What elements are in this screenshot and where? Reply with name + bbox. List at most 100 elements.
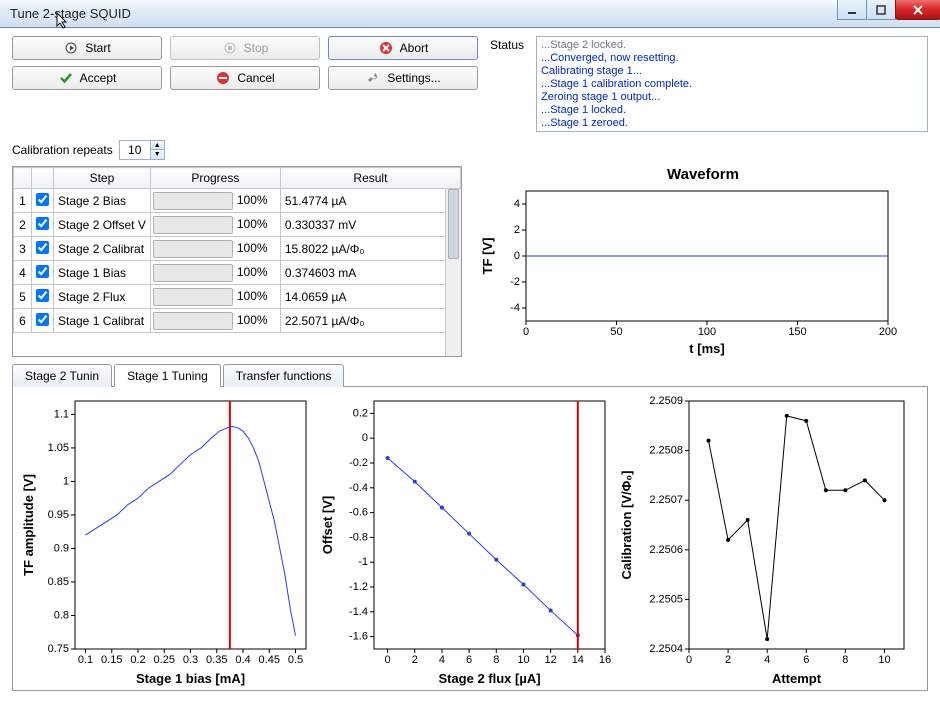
- svg-text:-0.2: -0.2: [349, 457, 368, 469]
- steps-table: Step Progress Result 1 Stage 2 Bias 100%…: [12, 166, 462, 357]
- svg-text:2.2505: 2.2505: [649, 593, 683, 605]
- spin-up[interactable]: ▲: [150, 141, 164, 150]
- stop-button[interactable]: Stop: [170, 36, 320, 60]
- svg-text:0.8: 0.8: [54, 609, 69, 621]
- svg-text:-0.6: -0.6: [349, 507, 368, 519]
- svg-text:10: 10: [517, 654, 529, 666]
- accept-button[interactable]: Accept: [12, 66, 162, 90]
- svg-text:0.75: 0.75: [48, 643, 69, 655]
- tab-bar: Stage 2 TuninStage 1 TuningTransfer func…: [12, 363, 928, 387]
- svg-text:4: 4: [764, 654, 770, 666]
- wrench-icon: [365, 70, 381, 86]
- cal-repeats-input[interactable]: ▲ ▼: [119, 140, 165, 160]
- tab-transfer-functions[interactable]: Transfer functions: [223, 364, 345, 387]
- svg-text:0: 0: [523, 326, 529, 338]
- stage1-bias-chart: 0.1 0.15 0.2 0.25 0.3 0.35 0.4 0.45 0.5 0.75 0.8 0.…: [19, 393, 314, 687]
- start-button[interactable]: Start: [12, 36, 162, 60]
- svg-text:-1.2: -1.2: [349, 581, 368, 593]
- svg-text:Stage 2 flux [µA]: Stage 2 flux [µA]: [438, 671, 540, 686]
- svg-text:0.1: 0.1: [78, 654, 93, 666]
- settings-label: Settings...: [387, 71, 440, 85]
- col-step[interactable]: Step: [54, 168, 151, 189]
- abort-button[interactable]: Abort: [328, 36, 478, 60]
- svg-text:2: 2: [725, 654, 731, 666]
- window-titlebar: Tune 2-stage SQUID: [0, 0, 940, 28]
- waveform-title: Waveform: [478, 166, 928, 183]
- svg-text:150: 150: [788, 326, 806, 338]
- svg-text:0: 0: [686, 654, 692, 666]
- svg-text:0.3: 0.3: [183, 654, 198, 666]
- cancel-icon: [215, 70, 231, 86]
- svg-text:Calibration [V/Φ₀]: Calibration [V/Φ₀]: [619, 471, 634, 580]
- svg-text:1.05: 1.05: [48, 442, 69, 454]
- svg-text:0.15: 0.15: [101, 654, 122, 666]
- svg-text:8: 8: [842, 654, 848, 666]
- row-checkbox[interactable]: [36, 241, 49, 254]
- status-log[interactable]: ...Stage 2 locked....Converged, now rese…: [536, 36, 928, 132]
- svg-text:0: 0: [385, 654, 391, 666]
- tab-stage-2-tunin[interactable]: Stage 2 Tunin: [12, 364, 112, 387]
- svg-text:2.2508: 2.2508: [649, 445, 683, 457]
- svg-text:0.4: 0.4: [235, 654, 250, 666]
- table-row[interactable]: 4 Stage 1 Bias 100% 0.374603 mA: [14, 261, 461, 285]
- table-row[interactable]: 3 Stage 2 Calibrat 100% 15.8022 µA/Φ₀: [14, 237, 461, 261]
- svg-text:0: 0: [514, 250, 520, 262]
- cancel-button[interactable]: Cancel: [170, 66, 320, 90]
- table-row[interactable]: 2 Stage 2 Offset V 100% 0.330337 mV: [14, 213, 461, 237]
- svg-text:1: 1: [63, 475, 69, 487]
- svg-text:TF [V]: TF [V]: [480, 238, 495, 275]
- accept-label: Accept: [80, 71, 117, 85]
- row-checkbox[interactable]: [36, 217, 49, 230]
- close-button[interactable]: [895, 0, 940, 20]
- svg-text:0.2: 0.2: [130, 654, 145, 666]
- tab-stage-1-tuning[interactable]: Stage 1 Tuning: [114, 364, 221, 387]
- col-result[interactable]: Result: [280, 168, 460, 189]
- row-checkbox[interactable]: [36, 193, 49, 206]
- svg-text:-1.4: -1.4: [349, 606, 368, 618]
- table-row[interactable]: 1 Stage 2 Bias 100% 51.4774 µA: [14, 189, 461, 213]
- svg-text:-2: -2: [510, 276, 520, 288]
- stop-icon: [222, 40, 238, 56]
- svg-text:t [ms]: t [ms]: [689, 341, 724, 356]
- svg-text:-0.8: -0.8: [349, 531, 368, 543]
- svg-text:0.35: 0.35: [206, 654, 227, 666]
- svg-text:4: 4: [514, 198, 520, 210]
- check-icon: [58, 70, 74, 86]
- svg-text:-1: -1: [358, 556, 368, 568]
- svg-text:200: 200: [879, 326, 897, 338]
- table-scrollbar[interactable]: [445, 189, 461, 356]
- maximize-button[interactable]: [866, 0, 896, 20]
- table-row[interactable]: 6 Stage 1 Calibrat 100% 22.5071 µA/Φ₀: [14, 309, 461, 333]
- svg-text:6: 6: [803, 654, 809, 666]
- svg-text:10: 10: [878, 654, 890, 666]
- status-label: Status: [486, 36, 528, 52]
- svg-text:TF amplitude [V]: TF amplitude [V]: [21, 474, 36, 576]
- svg-text:Stage 1 bias [mA]: Stage 1 bias [mA]: [136, 671, 245, 686]
- svg-text:1.1: 1.1: [54, 408, 69, 420]
- svg-text:100: 100: [698, 326, 716, 338]
- svg-text:12: 12: [545, 654, 557, 666]
- row-checkbox[interactable]: [36, 313, 49, 326]
- minimize-button[interactable]: [837, 0, 867, 20]
- cal-repeats-label: Calibration repeats: [12, 143, 113, 157]
- row-checkbox[interactable]: [36, 289, 49, 302]
- waveform-chart: 050100150200-4-2024t [ms]TF [V]: [478, 185, 898, 357]
- col-progress[interactable]: Progress: [150, 168, 280, 189]
- spin-down[interactable]: ▼: [150, 150, 164, 159]
- table-row[interactable]: 5 Stage 2 Flux 100% 14.0659 µA: [14, 285, 461, 309]
- svg-text:0.5: 0.5: [288, 654, 303, 666]
- svg-text:0.25: 0.25: [154, 654, 175, 666]
- cancel-label: Cancel: [237, 71, 274, 85]
- play-icon: [63, 40, 79, 56]
- window-title: Tune 2-stage SQUID: [10, 6, 131, 21]
- svg-text:2.2507: 2.2507: [649, 494, 683, 506]
- cal-repeats-field[interactable]: [120, 142, 150, 158]
- settings-button[interactable]: Settings...: [328, 66, 478, 90]
- row-checkbox[interactable]: [36, 265, 49, 278]
- svg-text:0.9: 0.9: [54, 542, 69, 554]
- svg-text:0.45: 0.45: [259, 654, 280, 666]
- svg-text:2.2504: 2.2504: [649, 643, 683, 655]
- svg-text:0.85: 0.85: [48, 576, 69, 588]
- svg-text:16: 16: [599, 654, 611, 666]
- svg-text:2.2509: 2.2509: [649, 395, 683, 407]
